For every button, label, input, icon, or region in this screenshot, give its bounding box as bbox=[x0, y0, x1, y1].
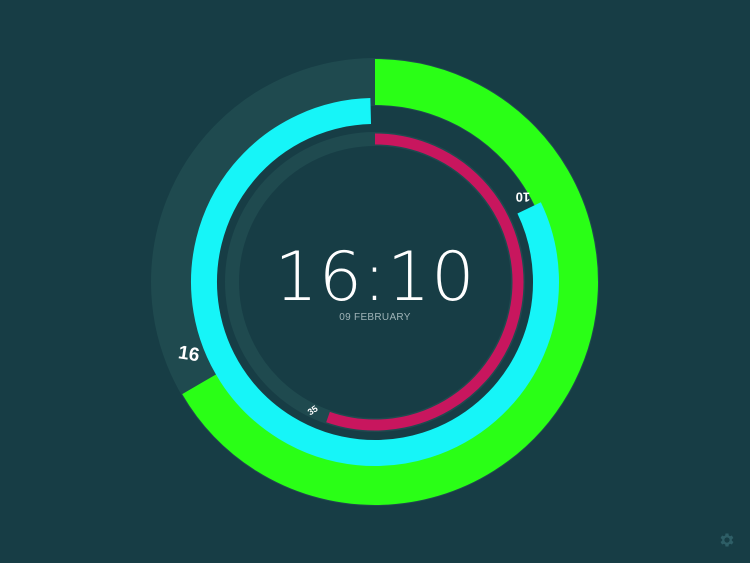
date-display: 09 FEBRUARY bbox=[339, 312, 411, 323]
time-display: 16:10 bbox=[274, 238, 476, 317]
settings-button[interactable] bbox=[718, 531, 736, 549]
minutes-value-label: 10 bbox=[516, 190, 531, 205]
hours-value-label: 16 bbox=[177, 342, 201, 366]
gear-icon bbox=[720, 533, 734, 547]
